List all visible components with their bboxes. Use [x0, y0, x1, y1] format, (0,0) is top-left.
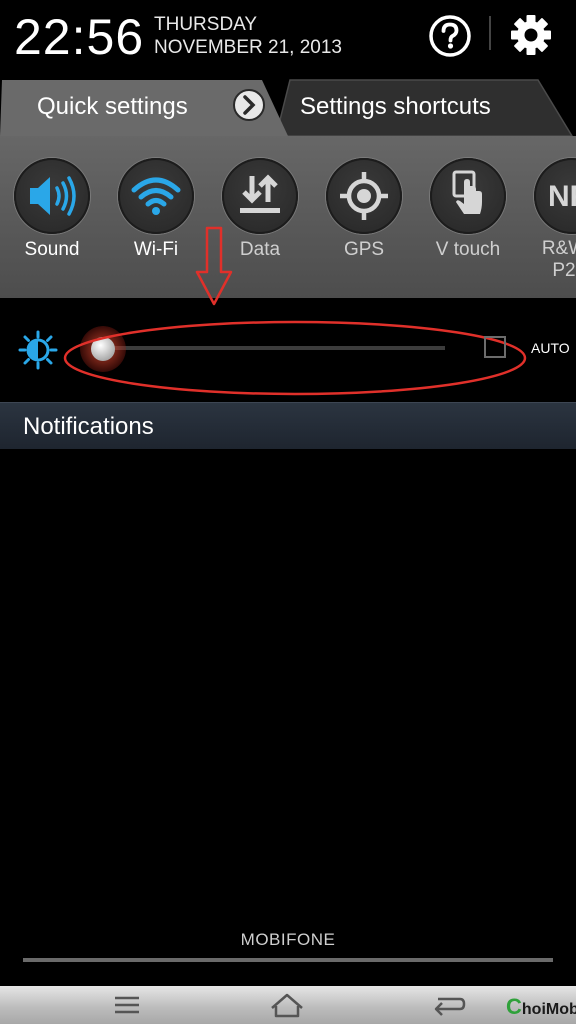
toggle-v-touch[interactable]: V touch	[416, 158, 520, 298]
date-block: THURSDAY NOVEMBER 21, 2013	[154, 13, 342, 59]
toggle-nfc-label: R&W P2	[541, 238, 576, 281]
touch-hand-icon	[430, 158, 506, 234]
date-label: NOVEMBER 21, 2013	[154, 37, 342, 58]
status-header: 22:56 THURSDAY NOVEMBER 21, 2013	[0, 0, 576, 78]
tab-settings-shortcuts[interactable]: Settings shortcuts	[276, 78, 576, 136]
panel-drag-handle[interactable]	[23, 958, 553, 962]
carrier-label: MOBIFONE	[240, 930, 336, 949]
brightness-icon	[18, 330, 58, 370]
menu-icon[interactable]	[92, 986, 162, 1024]
weekday-label: THURSDAY	[154, 14, 258, 35]
tab-settings-shortcuts-label: Settings shortcuts	[300, 93, 491, 120]
back-icon[interactable]	[412, 986, 482, 1024]
toggle-wifi[interactable]: Wi-Fi	[104, 158, 208, 298]
wifi-icon	[118, 158, 194, 234]
nfc-icon: NF	[534, 158, 576, 234]
toggle-wifi-label: Wi-Fi	[133, 239, 179, 260]
toggle-sound[interactable]: Sound	[0, 158, 104, 298]
quick-settings-panel: Sound Wi-Fi Data GPS V touch N R& P2	[0, 136, 576, 298]
settings-gear-icon[interactable]	[508, 12, 554, 58]
tab-quick-settings[interactable]: Quick settings	[0, 78, 290, 136]
toggle-gps[interactable]: GPS	[312, 158, 416, 298]
annotation-arrow-icon	[195, 226, 233, 306]
nfc-badge: NF	[548, 180, 576, 213]
notifications-title: Notifications	[23, 413, 154, 440]
header-divider	[489, 16, 491, 50]
watermark-text: hoiMobile	[521, 1001, 576, 1018]
auto-brightness-checkbox[interactable]	[484, 336, 506, 358]
clock: 22:56	[14, 9, 145, 65]
speaker-icon	[14, 158, 90, 234]
toggle-nfc[interactable]: NF R&W P2	[520, 158, 576, 298]
data-transfer-icon	[222, 158, 298, 234]
auto-brightness-label: AUTO	[531, 340, 570, 356]
annotation-ellipse	[63, 320, 527, 396]
toggle-sound-label: Sound	[24, 239, 80, 260]
tab-quick-settings-label: Quick settings	[37, 93, 188, 120]
chevron-right-icon[interactable]	[232, 88, 266, 122]
home-icon[interactable]	[252, 986, 322, 1024]
tab-bar: Settings shortcuts Quick settings	[0, 78, 576, 136]
watermark-prefix: C	[506, 994, 522, 1019]
help-icon[interactable]	[428, 14, 472, 58]
watermark-logo: ChoiMobile	[486, 988, 576, 1022]
gps-icon	[326, 158, 402, 234]
brightness-row: AUTO	[0, 298, 576, 402]
toggle-gps-label: GPS	[343, 239, 385, 260]
notifications-header: Notifications	[0, 402, 576, 449]
toggle-v-touch-label: V touch	[435, 239, 501, 260]
